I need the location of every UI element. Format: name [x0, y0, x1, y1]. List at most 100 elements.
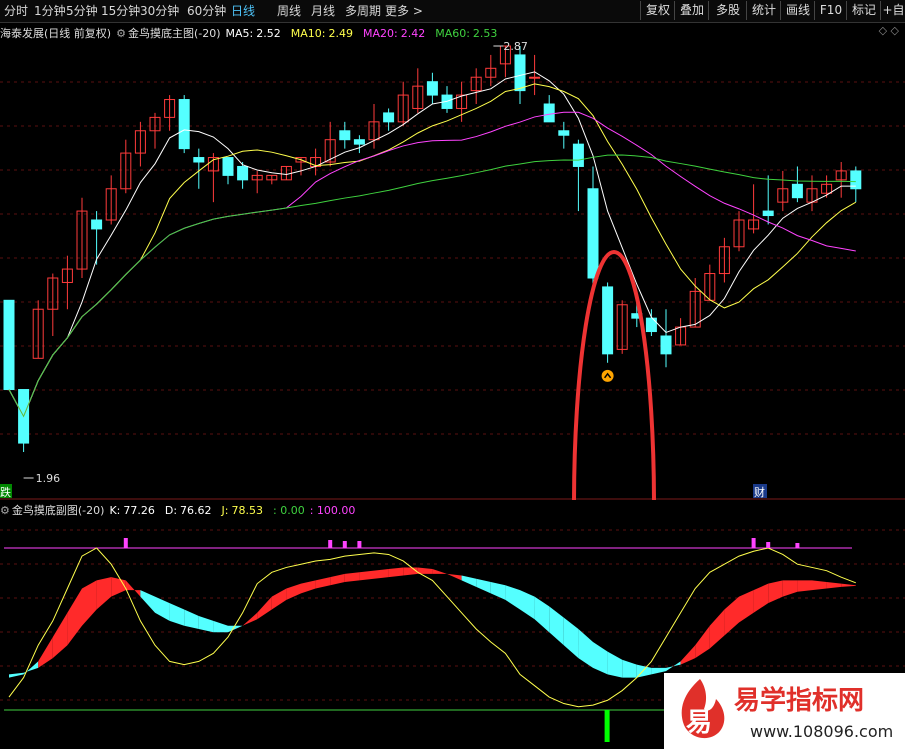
ma60-line: [8, 154, 856, 418]
buy-signal-bar: [604, 710, 610, 742]
candlestick-chart[interactable]: 2.87 1.96 跌 财: [0, 22, 905, 500]
candle-body: [587, 188, 599, 279]
kd-band-segment: [797, 580, 812, 592]
kd-band-segment: [622, 659, 637, 678]
toolbar-button-4[interactable]: 画线: [780, 1, 815, 20]
kd-band-segment: [257, 596, 272, 620]
kd-band-segment: [461, 575, 477, 587]
tag-right: 财: [754, 485, 765, 499]
main-chart-panel[interactable]: 海泰发展(日线 前复权) ⚙ 金鸟摸底主图(-20) MA5: 2.52 MA10: 2.4…: [0, 22, 905, 500]
toolbar-button-6[interactable]: 标记: [846, 1, 881, 20]
period-tab-5[interactable]: 60分钟: [187, 3, 226, 19]
kd-band-segment: [82, 580, 97, 626]
kd-band-segment: [812, 580, 827, 591]
toolbar: 分时 1分钟 5分钟 15分钟 30分钟 60分钟 日线 周线 月线 多周期 更多 > 复权 叠加 多股…: [0, 0, 905, 23]
kd-band-segment: [228, 625, 243, 633]
add-custom-button[interactable]: +自: [880, 1, 905, 20]
kd-band-segment: [301, 580, 316, 594]
toolbar-button-2[interactable]: 多股: [708, 1, 747, 20]
kd-band-segment: [432, 569, 447, 574]
kd-band-segment: [198, 616, 214, 633]
kd-band-segment: [155, 596, 170, 621]
period-tab-1[interactable]: 1分钟: [34, 3, 66, 19]
period-tab-8[interactable]: 月线: [311, 3, 335, 19]
kd-band-segment: [476, 578, 491, 594]
candle-body: [426, 81, 438, 96]
kd-band-segment: [403, 567, 418, 576]
period-tab-2[interactable]: 5分钟: [66, 3, 98, 19]
kd-band-segment: [169, 603, 185, 626]
toolbar-button-0[interactable]: 复权: [640, 1, 675, 20]
kd-band-segment: [330, 573, 345, 586]
kd-band-segment: [593, 641, 608, 675]
candle-body: [383, 112, 395, 123]
tag-left: 跌: [0, 485, 11, 499]
kd-band-segment: [490, 582, 506, 600]
overbought-bar: [342, 541, 347, 548]
kd-band-segment: [52, 612, 68, 659]
candle-body: [645, 317, 657, 333]
kd-band-segment: [680, 645, 696, 665]
overbought-bar: [751, 538, 756, 548]
overbought-bar: [328, 540, 333, 548]
kd-band-segment: [242, 612, 258, 626]
toolbar-button-3[interactable]: 统计: [746, 1, 781, 20]
highlight-ellipse: [572, 250, 656, 500]
candle-body: [514, 54, 526, 92]
period-tab-3[interactable]: 15分钟: [101, 3, 140, 19]
overbought-bar: [357, 541, 362, 548]
kd-band-segment: [578, 629, 593, 668]
candle-body: [91, 219, 103, 230]
kd-band-segment: [841, 583, 856, 587]
kd-band-segment: [344, 572, 360, 583]
kd-band-segment: [315, 577, 331, 589]
kd-band-segment: [96, 577, 112, 610]
candle-body: [762, 210, 774, 217]
toolbar-button-1[interactable]: 叠加: [674, 1, 709, 20]
kd-band-segment: [374, 569, 389, 579]
site-watermark-logo: 易 易学指标网 www.108096.com: [664, 673, 905, 749]
kd-band-segment: [9, 672, 24, 678]
candle-body: [660, 335, 672, 355]
period-tab-9[interactable]: 多周期: [345, 3, 381, 19]
kd-band-segment: [67, 588, 82, 646]
candle-body: [193, 157, 205, 163]
kd-band-segment: [359, 570, 374, 581]
kd-band-segment: [782, 580, 798, 597]
kd-band-segment: [213, 620, 228, 633]
period-tab-6[interactable]: 日线: [231, 3, 255, 19]
kd-band-segment: [563, 617, 579, 659]
high-price-marker: 2.87: [503, 40, 528, 53]
candle-body: [558, 130, 570, 136]
candle-body: [339, 130, 351, 141]
period-tab-4[interactable]: 30分钟: [140, 3, 179, 19]
toolbar-button-5[interactable]: F10: [814, 1, 847, 20]
period-tab-0[interactable]: 分时: [4, 3, 28, 19]
kd-band-segment: [184, 609, 199, 629]
candle-body: [3, 299, 15, 391]
kd-band-segment: [709, 609, 725, 649]
kd-band-segment: [140, 590, 155, 613]
candle-body: [178, 99, 190, 150]
kd-band-segment: [447, 573, 462, 581]
candle-body: [237, 165, 249, 181]
kd-band-segment: [739, 590, 754, 623]
kd-band-segment: [607, 651, 623, 678]
period-tab-10[interactable]: 更多 >: [385, 3, 423, 19]
kd-band-segment: [271, 588, 287, 610]
overbought-bar: [795, 543, 800, 548]
kd-band-segment: [286, 583, 301, 600]
kd-band-segment: [724, 596, 739, 636]
low-price-marker: 1.96: [36, 472, 61, 485]
candle-body: [543, 103, 555, 123]
ma5-line: [8, 71, 856, 418]
candle-body: [529, 76, 541, 79]
candle-body: [791, 183, 803, 199]
ma10-line: [8, 83, 857, 418]
period-tab-7[interactable]: 周线: [277, 3, 301, 19]
candle-body: [353, 139, 365, 145]
svg-text:易: 易: [686, 708, 712, 738]
buy-signal-icon: [601, 369, 614, 382]
kd-band-segment: [826, 582, 842, 589]
kd-band-segment: [768, 580, 783, 604]
